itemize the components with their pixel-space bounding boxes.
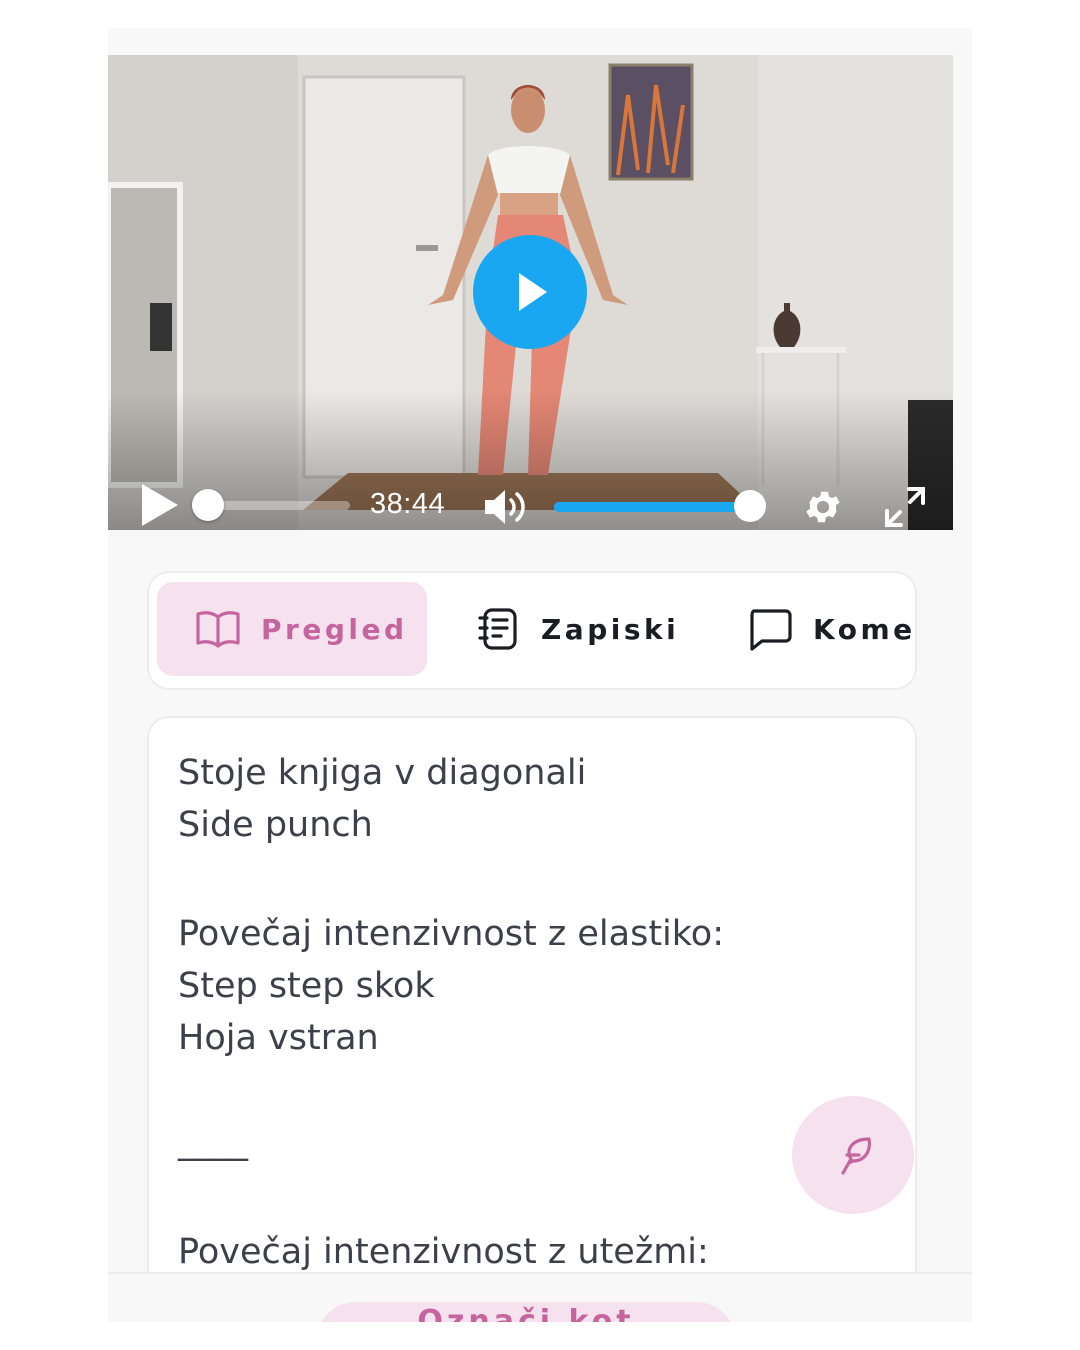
notebook-icon <box>478 608 517 650</box>
play-overlay-button[interactable] <box>473 235 587 349</box>
fullscreen-icon[interactable] <box>883 485 927 529</box>
tab-label: Zapiski <box>541 612 680 646</box>
overview-card: Stoje knjiga v diagonali Side punch Pove… <box>147 716 917 1322</box>
tab-comments[interactable]: Komentarji <box>709 582 916 676</box>
volume-fill <box>554 502 750 512</box>
overview-line: Stoje knjiga v diagonali <box>178 753 587 793</box>
content-tabs: Pregled Zapiski Komentarji <box>147 571 917 690</box>
gear-icon[interactable] <box>802 486 844 528</box>
overview-line: Step step skok <box>178 966 435 1006</box>
mark-as-complete-button[interactable]: Označi kot <box>316 1302 736 1322</box>
volume-thumb[interactable] <box>734 490 766 522</box>
tab-label: Komentarji <box>813 612 916 646</box>
player-controls: 38:44 <box>108 390 953 530</box>
play-icon[interactable] <box>138 480 182 530</box>
video-player[interactable]: 38:44 <box>108 55 953 530</box>
seek-thumb[interactable] <box>192 489 224 521</box>
volume-icon[interactable] <box>483 487 529 527</box>
tab-notes[interactable]: Zapiski <box>439 582 679 676</box>
comment-icon <box>750 609 792 651</box>
time-remaining: 38:44 <box>370 488 446 520</box>
tab-label: Pregled <box>261 612 408 646</box>
overview-line: Povečaj intenzivnost z elastiko: <box>178 914 725 954</box>
feather-icon <box>841 1137 871 1175</box>
overview-divider: ____ <box>178 1122 248 1162</box>
seek-bar[interactable] <box>192 489 350 521</box>
overview-line: Side punch <box>178 805 373 845</box>
overview-line: Povečaj intenzivnost z utežmi: <box>178 1232 709 1272</box>
overview-line: Hoja vstran <box>178 1018 379 1058</box>
notes-fab-button[interactable] <box>792 1096 914 1214</box>
play-icon <box>519 273 547 311</box>
book-open-icon <box>196 611 240 648</box>
tab-overview[interactable]: Pregled <box>157 582 427 676</box>
mark-button-label: Označi kot <box>417 1304 635 1322</box>
bottom-action-bar: Označi kot <box>108 1272 972 1322</box>
volume-slider[interactable] <box>554 490 766 522</box>
app-screen: 38:44 Pregled Zapiski Kome Stoje knjiga … <box>108 28 972 1322</box>
